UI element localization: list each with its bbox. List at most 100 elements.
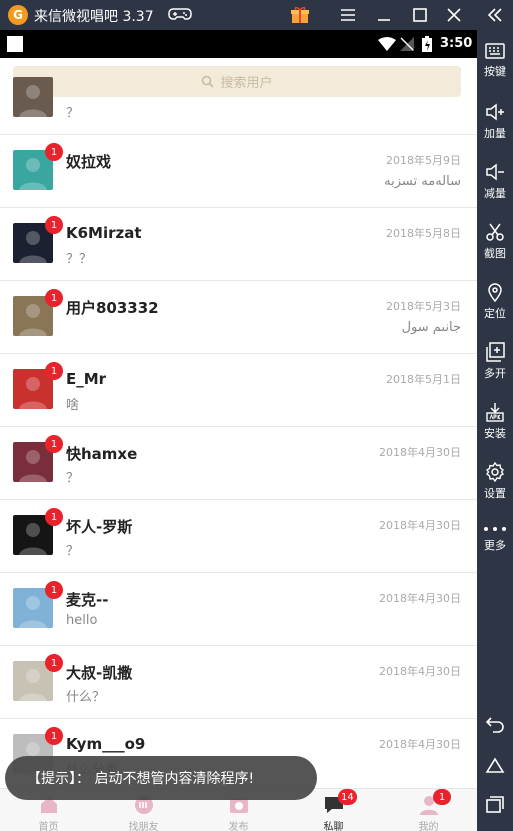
contact-name: 用户803332 [66, 299, 159, 317]
sidebar-location[interactable]: 定位 [477, 282, 513, 332]
tab-label: 发布 [228, 822, 249, 831]
unread-badge: 1 [45, 435, 63, 453]
message-date: 2018年4月30日 [379, 738, 461, 751]
unread-badge: 1 [45, 289, 63, 307]
last-message: ？？ [66, 252, 93, 267]
conversation-row[interactable]: 1 快hamxe ？ 2018年4月30日 [0, 427, 477, 500]
last-message: ？ [66, 106, 80, 121]
conversation-row[interactable]: 1 大叔-凯撒什么？ 2018年4月30日 [0, 646, 477, 719]
app-logo: G [8, 5, 28, 25]
emulator-title-bar: G 来信微视唱吧 3.37 [0, 0, 513, 30]
conversation-row[interactable]: ？ [0, 62, 477, 135]
minimize-icon [378, 19, 390, 21]
tab-label: 首页 [38, 822, 59, 831]
message-date: 2018年4月30日 [379, 519, 461, 532]
message-date: 2018年4月30日 [379, 665, 461, 678]
message-date: 2018年4月30日 [379, 592, 461, 605]
toast-message: 【提示】： 启动不想管内容清除程序! [5, 756, 317, 800]
unread-badge: 1 [45, 654, 63, 672]
tab-label: 私聊 [323, 822, 344, 831]
tab-badge: 14 [338, 789, 357, 805]
keyboard-icon [485, 43, 505, 59]
window-title: 来信微视唱吧 3.37 [34, 9, 154, 25]
message-date: 2018年4月30日 [379, 446, 461, 459]
volume-up-icon [486, 103, 504, 121]
sidebar-keys[interactable]: 按键 [477, 42, 513, 92]
menu-icon [341, 9, 355, 21]
contact-name: 奴拉戏 [66, 153, 112, 171]
double-chevron-left-icon [487, 8, 502, 22]
status-time: 3:50 [440, 36, 473, 51]
volume-down-icon [486, 163, 504, 181]
close-button[interactable] [438, 0, 470, 30]
contact-name: E_Mr [66, 370, 107, 388]
last-message: جانىم سول [401, 320, 461, 335]
maximize-button[interactable] [404, 0, 436, 30]
signal-icon [400, 37, 414, 51]
scissors-icon [486, 223, 504, 241]
conversation-row[interactable]: 1 E_Mr 啥 2018年5月1日 [0, 354, 477, 427]
gift-icon[interactable] [290, 5, 310, 25]
sidebar-back-button[interactable] [477, 710, 513, 740]
unread-badge: 1 [45, 508, 63, 526]
contact-name: 麦克-- [66, 591, 109, 609]
sidebar-recents-button[interactable] [477, 789, 513, 819]
wifi-icon [378, 37, 396, 51]
last-message: ？ [66, 471, 80, 486]
conversation-row[interactable]: 1 用户803332 جانىم سول 2018年5月3日 [0, 281, 477, 354]
android-status-bar: 3:50 [0, 30, 477, 58]
message-date: 2018年5月1日 [386, 373, 461, 386]
conversation-row[interactable]: 1 K6Mirzat ？？ 2018年5月8日 [0, 208, 477, 281]
tab-profile[interactable]: 我的 1 [381, 789, 476, 831]
sidebar-settings[interactable]: 设置 [477, 462, 513, 512]
conversation-row[interactable]: 1 奴拉戏 ساله‌مه تسزبه 2018年5月9日 [0, 135, 477, 208]
tab-label: 我的 [418, 822, 439, 831]
last-message: ساله‌مه تسزبه [384, 174, 461, 189]
sidebar-screenshot[interactable]: 截图 [477, 222, 513, 272]
tab-badge: 1 [433, 789, 451, 805]
multi-open-icon [486, 342, 505, 362]
message-date: 2018年5月8日 [386, 227, 461, 240]
sidebar-home-button[interactable] [477, 750, 513, 780]
sidebar-volume-down[interactable]: 减量 [477, 162, 513, 212]
battery-charging-icon [422, 36, 432, 52]
emulator-sidebar: 按键 加量 减量 截图 定位 多开 安装 设置 更多 [477, 0, 513, 831]
avatar[interactable] [13, 77, 53, 117]
sidebar-more[interactable]: 更多 [477, 524, 513, 574]
minimize-button[interactable] [368, 0, 400, 30]
settings-icon [485, 462, 505, 482]
notification-icon [7, 36, 23, 52]
apk-install-icon [486, 403, 504, 422]
contact-name: Kym___o9 [66, 735, 146, 753]
maximize-icon [413, 8, 427, 22]
sidebar-multi-open[interactable]: 多开 [477, 342, 513, 392]
unread-badge: 1 [45, 362, 63, 380]
unread-badge: 1 [45, 216, 63, 234]
tab-label: 找朋友 [128, 822, 159, 831]
close-icon [447, 8, 461, 22]
last-message: 啥 [66, 398, 80, 413]
conversation-row[interactable]: 1 坏人-罗斯 ？ 2018年4月30日 [0, 500, 477, 573]
conversation-row[interactable]: 1 麦克-- hello 2018年4月30日 [0, 573, 477, 646]
gamepad-icon[interactable] [168, 4, 192, 24]
location-icon [488, 283, 502, 302]
menu-button[interactable] [332, 0, 364, 30]
more-icon [484, 527, 506, 531]
contact-name: K6Mirzat [66, 224, 142, 242]
sidebar-install[interactable]: 安装 [477, 402, 513, 452]
contact-name: 大叔-凯撒 [66, 664, 133, 682]
back-icon [485, 717, 504, 733]
unread-badge: 1 [45, 727, 63, 745]
last-message: ？ [66, 544, 80, 559]
sidebar-volume-up[interactable]: 加量 [477, 102, 513, 152]
home-icon [485, 757, 505, 773]
recents-icon [486, 796, 504, 813]
message-date: 2018年5月9日 [386, 154, 461, 167]
last-message: 什么？ [66, 690, 106, 705]
unread-badge: 1 [45, 143, 63, 161]
message-date: 2018年5月3日 [386, 300, 461, 313]
collapse-sidebar-button[interactable] [477, 2, 513, 28]
unread-badge: 1 [45, 581, 63, 599]
app-screen: 搜索用户 ？ 1 奴拉戏 ساله‌مه تسزبه 2018年5月9日 1 K6Mirza… [0, 58, 477, 831]
last-message: hello [66, 613, 98, 628]
